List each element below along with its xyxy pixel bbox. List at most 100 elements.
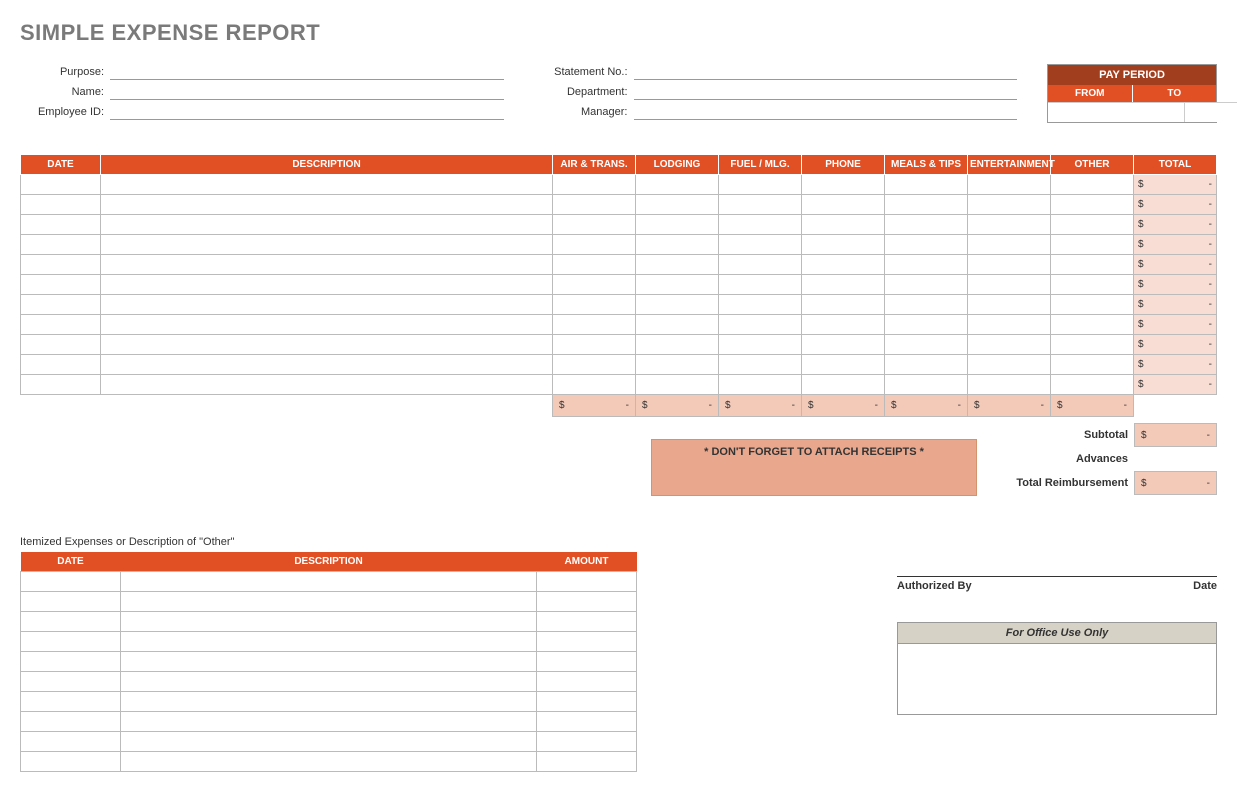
cell[interactable] [101, 195, 553, 215]
cell[interactable] [21, 632, 121, 652]
cell[interactable] [802, 195, 885, 215]
cell[interactable] [121, 612, 537, 632]
cell[interactable] [101, 335, 553, 355]
cell[interactable] [121, 592, 537, 612]
cell[interactable] [121, 732, 537, 752]
cell[interactable] [802, 315, 885, 335]
office-use-body[interactable] [898, 644, 1216, 714]
cell[interactable] [121, 632, 537, 652]
cell[interactable] [537, 752, 637, 772]
cell[interactable] [1051, 375, 1134, 395]
cell[interactable] [968, 215, 1051, 235]
cell[interactable] [885, 295, 968, 315]
purpose-input[interactable] [110, 64, 504, 80]
department-input[interactable] [634, 84, 1018, 100]
cell[interactable] [21, 275, 101, 295]
cell[interactable] [885, 275, 968, 295]
cell[interactable] [719, 175, 802, 195]
cell[interactable] [802, 275, 885, 295]
cell[interactable] [636, 195, 719, 215]
cell[interactable] [21, 355, 101, 375]
manager-input[interactable] [634, 104, 1018, 120]
cell[interactable] [553, 215, 636, 235]
cell[interactable] [121, 652, 537, 672]
name-input[interactable] [110, 84, 504, 100]
cell[interactable] [968, 335, 1051, 355]
cell[interactable] [636, 215, 719, 235]
cell[interactable] [719, 375, 802, 395]
cell[interactable] [21, 692, 121, 712]
cell[interactable] [21, 255, 101, 275]
cell[interactable] [802, 175, 885, 195]
cell[interactable] [101, 355, 553, 375]
cell[interactable] [968, 295, 1051, 315]
cell[interactable] [537, 712, 637, 732]
cell[interactable] [1051, 215, 1134, 235]
cell[interactable] [537, 672, 637, 692]
cell[interactable] [553, 235, 636, 255]
cell[interactable] [636, 355, 719, 375]
cell[interactable] [636, 275, 719, 295]
employee-id-input[interactable] [110, 104, 504, 120]
advances-value[interactable] [1134, 447, 1217, 471]
cell[interactable] [553, 295, 636, 315]
cell[interactable] [968, 315, 1051, 335]
cell[interactable] [21, 295, 101, 315]
cell[interactable] [1051, 175, 1134, 195]
cell[interactable] [719, 195, 802, 215]
cell[interactable] [537, 592, 637, 612]
cell[interactable] [21, 592, 121, 612]
cell[interactable] [802, 215, 885, 235]
cell[interactable] [101, 175, 553, 195]
cell[interactable] [968, 195, 1051, 215]
cell[interactable] [537, 632, 637, 652]
cell[interactable] [885, 255, 968, 275]
cell[interactable] [101, 215, 553, 235]
cell[interactable] [885, 215, 968, 235]
cell[interactable] [1051, 315, 1134, 335]
cell[interactable] [968, 355, 1051, 375]
cell[interactable] [968, 235, 1051, 255]
cell[interactable] [21, 572, 121, 592]
cell[interactable] [537, 612, 637, 632]
pay-period-from-input[interactable] [1048, 102, 1185, 122]
cell[interactable] [636, 235, 719, 255]
cell[interactable] [553, 335, 636, 355]
cell[interactable] [802, 375, 885, 395]
cell[interactable] [121, 692, 537, 712]
cell[interactable] [968, 375, 1051, 395]
cell[interactable] [636, 335, 719, 355]
cell[interactable] [537, 572, 637, 592]
cell[interactable] [101, 375, 553, 395]
cell[interactable] [101, 255, 553, 275]
cell[interactable] [719, 335, 802, 355]
cell[interactable] [21, 672, 121, 692]
cell[interactable] [1051, 295, 1134, 315]
cell[interactable] [537, 692, 637, 712]
cell[interactable] [553, 255, 636, 275]
cell[interactable] [101, 295, 553, 315]
cell[interactable] [21, 175, 101, 195]
cell[interactable] [101, 315, 553, 335]
cell[interactable] [21, 195, 101, 215]
cell[interactable] [719, 215, 802, 235]
cell[interactable] [968, 175, 1051, 195]
cell[interactable] [885, 235, 968, 255]
cell[interactable] [885, 195, 968, 215]
cell[interactable] [101, 275, 553, 295]
cell[interactable] [719, 315, 802, 335]
cell[interactable] [21, 235, 101, 255]
cell[interactable] [885, 375, 968, 395]
cell[interactable] [121, 712, 537, 732]
cell[interactable] [719, 255, 802, 275]
cell[interactable] [21, 335, 101, 355]
cell[interactable] [802, 335, 885, 355]
cell[interactable] [553, 315, 636, 335]
cell[interactable] [1051, 195, 1134, 215]
cell[interactable] [719, 295, 802, 315]
cell[interactable] [21, 215, 101, 235]
pay-period-to-input[interactable] [1185, 102, 1237, 122]
cell[interactable] [719, 235, 802, 255]
cell[interactable] [21, 315, 101, 335]
cell[interactable] [636, 315, 719, 335]
